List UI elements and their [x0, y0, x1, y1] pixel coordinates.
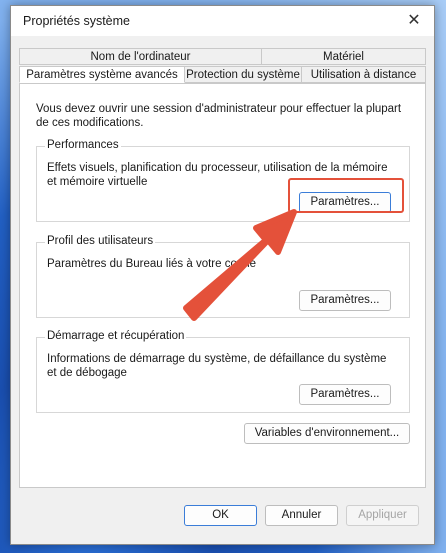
- tab-advanced-system-settings[interactable]: Paramètres système avancés: [19, 66, 185, 83]
